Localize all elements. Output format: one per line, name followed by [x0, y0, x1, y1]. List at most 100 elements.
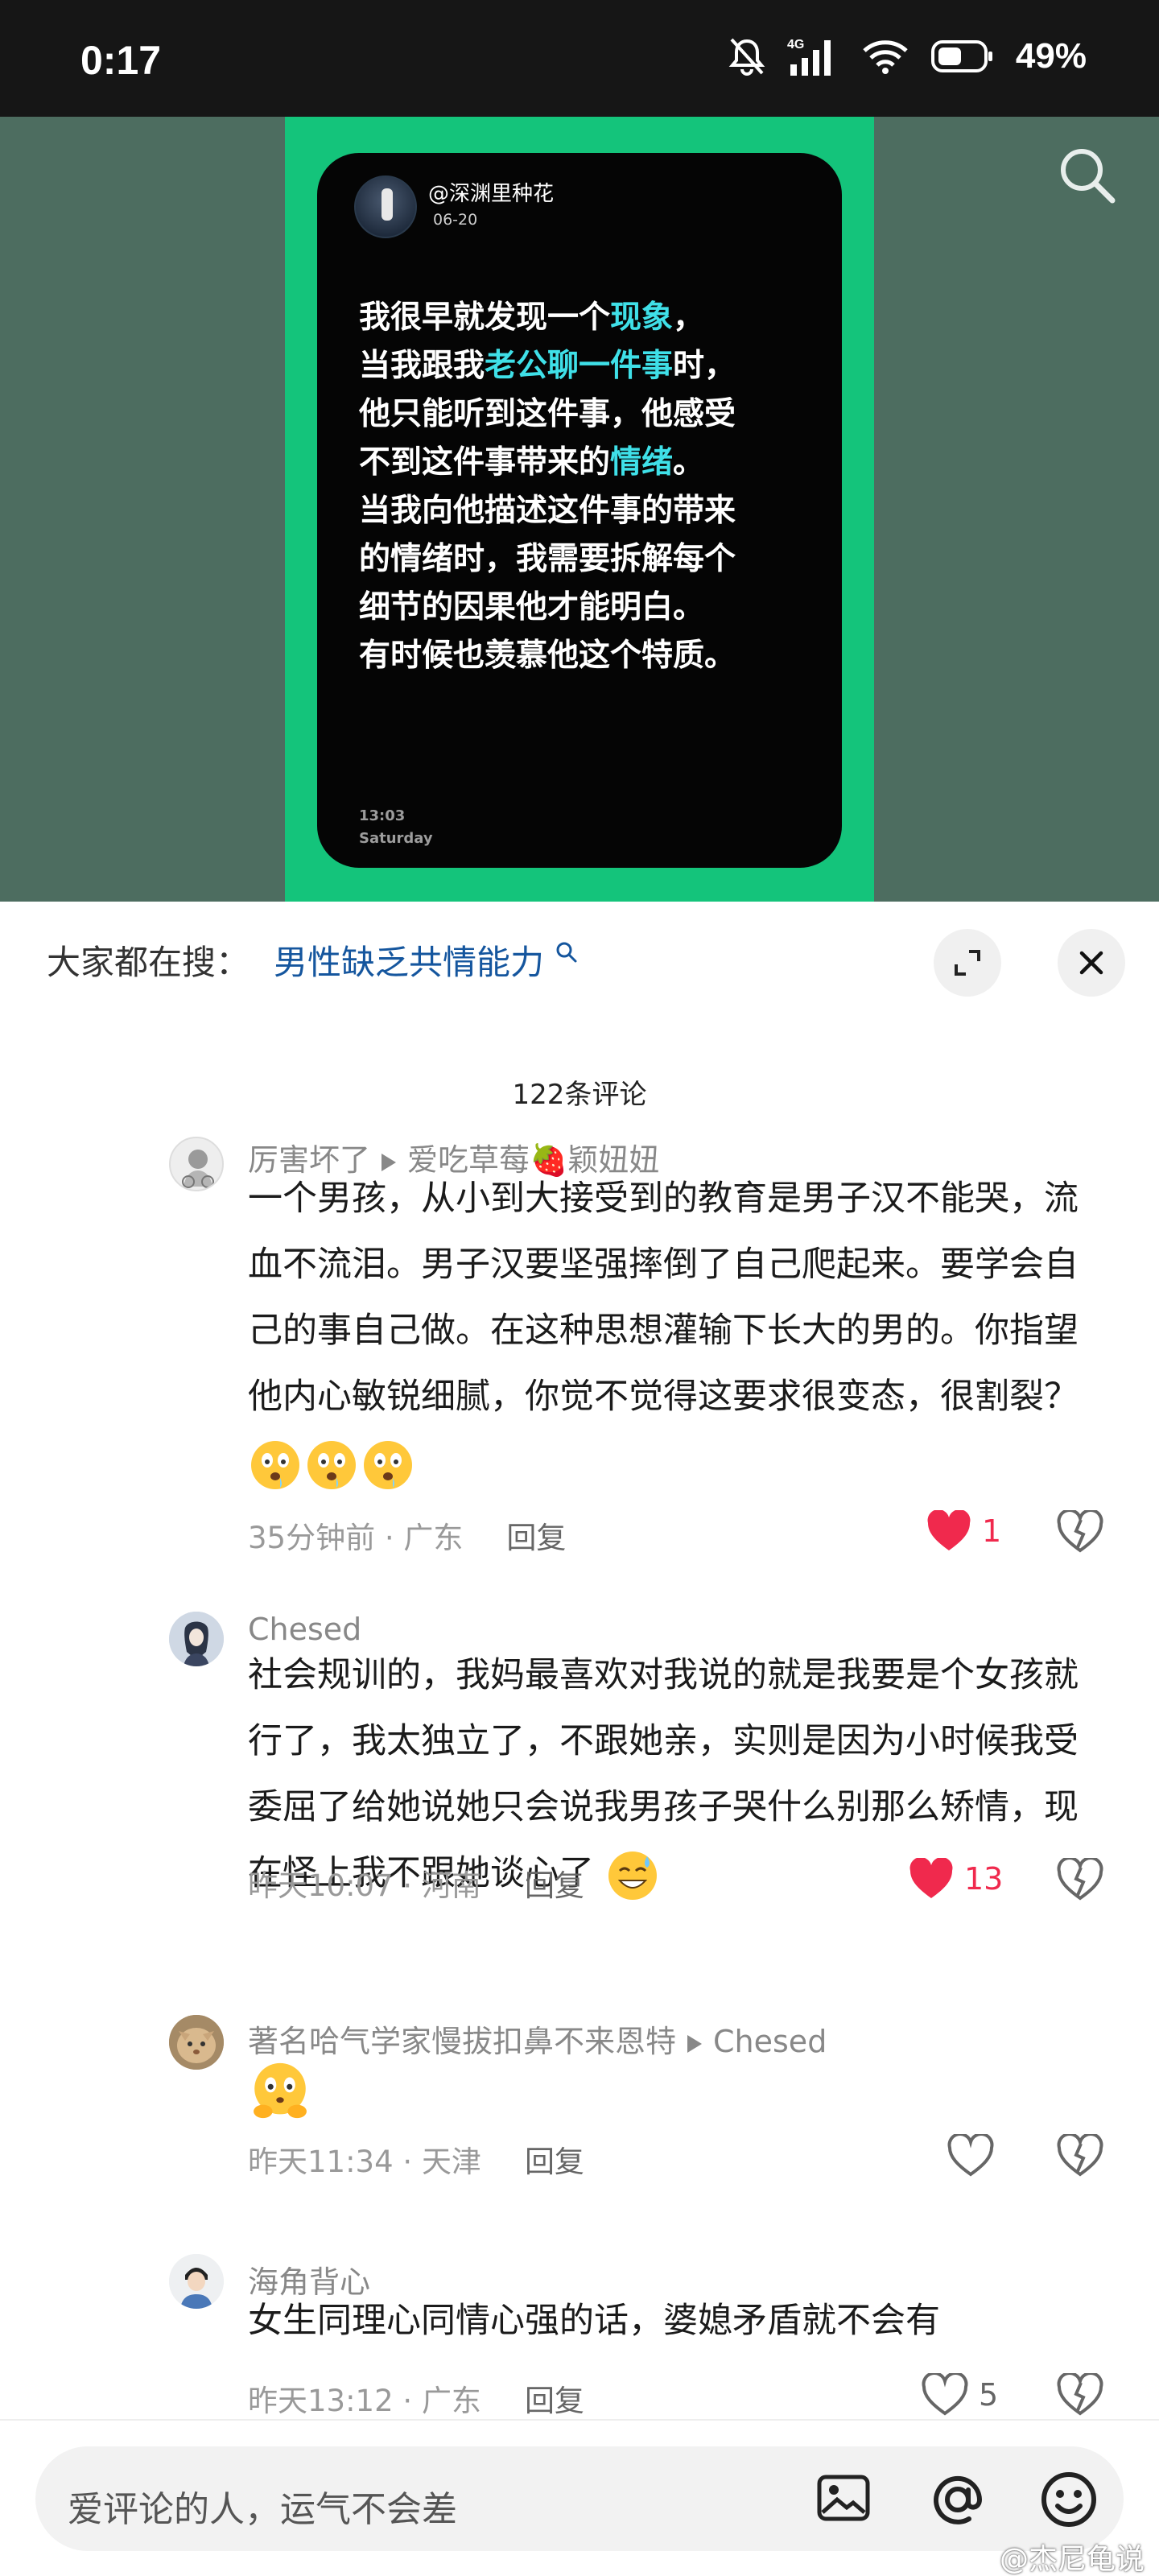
comment-location: 广东 [403, 1521, 464, 1555]
search-small-icon [556, 942, 577, 963]
battery-percent: 49% [1015, 36, 1087, 76]
heart-outline-icon [922, 2373, 968, 2416]
card-handle: @深渊里种花 [428, 182, 555, 206]
reply-button[interactable]: 回复 [506, 1521, 566, 1555]
like-button[interactable] [947, 2134, 995, 2178]
card-date: 06-20 [433, 211, 478, 229]
status-time: 0:17 [80, 38, 162, 83]
heart-filled-icon [909, 1858, 953, 1898]
card-quote-line: 有时候也羡慕他这个特质。 [359, 632, 826, 680]
card-text-segment: 不到这件事带来的 [359, 444, 611, 481]
status-bar: 0:17 4G 49% [0, 0, 1159, 117]
comment-body: 一个男孩，从小到大接受到的教育是男子汉不能哭，流血不流泪。男子汉要坚强摔倒了自己… [248, 1179, 1079, 1417]
comment-author[interactable]: 著名哈气学家慢拔扣鼻不来恩特 Chesed [248, 2017, 827, 2061]
comment-time: 35分钟前 [248, 1521, 376, 1555]
watermark: @杰尼龟说 [999, 2543, 1145, 2576]
comment-location: 广东 [421, 2384, 481, 2418]
heart-filled-icon [927, 1510, 971, 1550]
comment-meta: 35分钟前 · 广东 回复 [248, 1521, 567, 1555]
network-label: 4G [787, 38, 804, 52]
card-text-segment: 。 [673, 444, 705, 481]
wifi-icon [863, 40, 908, 74]
comment-body: 女生同理心同情心强的话，婆媳矛盾就不会有 [248, 2301, 940, 2341]
like-button[interactable]: 1 [926, 1510, 1001, 1552]
reply-to-name[interactable]: Chesed [713, 2024, 827, 2059]
card-quote-line: 细节的因果他才能明白。 [359, 584, 826, 632]
like-count: 5 [979, 2377, 999, 2413]
pleading-face-hands-icon [254, 2062, 307, 2118]
reply-arrow-icon [687, 2034, 703, 2053]
post-media[interactable]: @深渊里种花 06-20 我很早就发现一个现象， 当我跟我老公聊一件事时， 他只能听… [0, 117, 1159, 902]
dislike-button[interactable] [1056, 1858, 1104, 1901]
reply-button[interactable]: 回复 [525, 2384, 584, 2418]
card-quote-text: 我很早就发现一个现象， 当我跟我老公聊一件事时， 他只能听到这件事，他感受 不到这件事… [359, 294, 826, 680]
card-quote-line: 的情绪时，我需要拆解每个 [359, 535, 826, 584]
card-text-segment: 有时候也羡慕他这个特质。 [359, 638, 736, 674]
dislike-button[interactable] [1056, 2134, 1104, 2178]
search-icon[interactable] [1054, 142, 1119, 207]
hot-search-link[interactable]: 男性缺乏共情能力 [274, 935, 579, 985]
dislike-button[interactable] [1056, 2373, 1104, 2417]
card-text-segment: 时， [673, 348, 736, 384]
battery-icon [930, 40, 992, 72]
comment-input[interactable]: 爱评论的人，运气不会差 [35, 2446, 1124, 2551]
card-text-segment: 当我跟我 [359, 348, 485, 384]
dislike-button[interactable] [1056, 1510, 1104, 1554]
card-highlight-text: 情绪 [610, 444, 674, 481]
cellular-signal-icon: 4G [787, 38, 831, 76]
hot-search-query: 男性缺乏共情能力 [274, 943, 545, 982]
comment-time: 昨天13:12 [248, 2384, 394, 2418]
expand-button[interactable] [934, 929, 1001, 997]
like-button[interactable]: 5 [921, 2373, 998, 2417]
author-name[interactable]: 著名哈气学家慢拔扣鼻不来恩特 [248, 2024, 676, 2059]
sweat-smile-icon [608, 1851, 657, 1900]
hot-search-label: 大家都在搜： [47, 943, 250, 982]
image-picker-icon[interactable] [815, 2469, 872, 2527]
comment-time: 昨天11:34 [248, 2145, 394, 2179]
comment-input-bar: 爱评论的人，运气不会差 [0, 2419, 1159, 2576]
comment-text: 女生同理心同情心强的话，婆媳矛盾就不会有 [248, 2288, 1093, 2354]
status-icons: 4G 49% [728, 35, 1087, 77]
comment-location: 天津 [421, 2145, 481, 2179]
card-text-segment: 细节的因果他才能明白。 [359, 589, 705, 625]
card-quote-line: 他只能听到这件事，他感受 [359, 390, 826, 439]
avatar[interactable] [169, 2254, 224, 2309]
heart-outline-icon [947, 2134, 994, 2177]
comment-meta: 昨天11:34 · 天津 回复 [248, 2145, 584, 2179]
avatar-image [169, 2254, 224, 2309]
like-count: 1 [982, 1513, 1002, 1549]
emoji-icon[interactable] [1038, 2469, 1099, 2530]
card-clock-day: Saturday [359, 830, 433, 847]
reply-button[interactable]: 回复 [525, 2145, 584, 2179]
card-clock: 13:03 Saturday [359, 805, 433, 850]
like-count: 13 [964, 1861, 1004, 1897]
avatar[interactable] [169, 1137, 224, 1191]
card-text-segment: 他只能听到这件事，他感受 [359, 396, 736, 432]
avatar[interactable] [169, 1612, 224, 1666]
comment-meta: 昨天13:12 · 广东 回复 [248, 2384, 584, 2418]
mention-icon[interactable] [927, 2469, 988, 2530]
like-button[interactable]: 13 [908, 1858, 1003, 1900]
comment-input-placeholder: 爱评论的人，运气不会差 [68, 2489, 457, 2530]
avatar[interactable] [169, 2015, 224, 2070]
card-quote-line: 不到这件事带来的情绪。 [359, 439, 826, 487]
mute-bell-icon [728, 38, 765, 76]
comment-count: 122条评论 [512, 1079, 647, 1111]
reply-button[interactable]: 回复 [525, 1868, 584, 1903]
comments-sheet: 大家都在搜： 男性缺乏共情能力 122条评论 厉害坏了 爱吃草莓🍓颖妞妞 一个男… [0, 902, 1159, 2576]
drooling-face-icon [307, 1440, 356, 1489]
comment-text [248, 2055, 1093, 2123]
avatar-image [182, 1150, 214, 1188]
card-text-segment: 我很早就发现一个 [359, 299, 611, 336]
close-button[interactable] [1058, 929, 1125, 997]
comment-meta: 昨天10:07 · 河南 回复 [248, 1868, 584, 1903]
avatar-image [169, 2015, 224, 2070]
card-highlight-text: 老公聊一件事 [485, 348, 674, 384]
card-quote-line: 当我向他描述这件事的带来 [359, 487, 826, 535]
comment-text: 一个男孩，从小到大接受到的教育是男子汉不能哭，流血不流泪。男子汉要坚强摔倒了自己… [248, 1166, 1093, 1496]
close-icon [1079, 951, 1103, 975]
card-avatar [354, 175, 417, 238]
post-image[interactable]: @深渊里种花 06-20 我很早就发现一个现象， 当我跟我老公聊一件事时， 他只能听… [285, 117, 874, 902]
comment-location: 河南 [421, 1868, 481, 1903]
drooling-face-icon [364, 1440, 412, 1489]
